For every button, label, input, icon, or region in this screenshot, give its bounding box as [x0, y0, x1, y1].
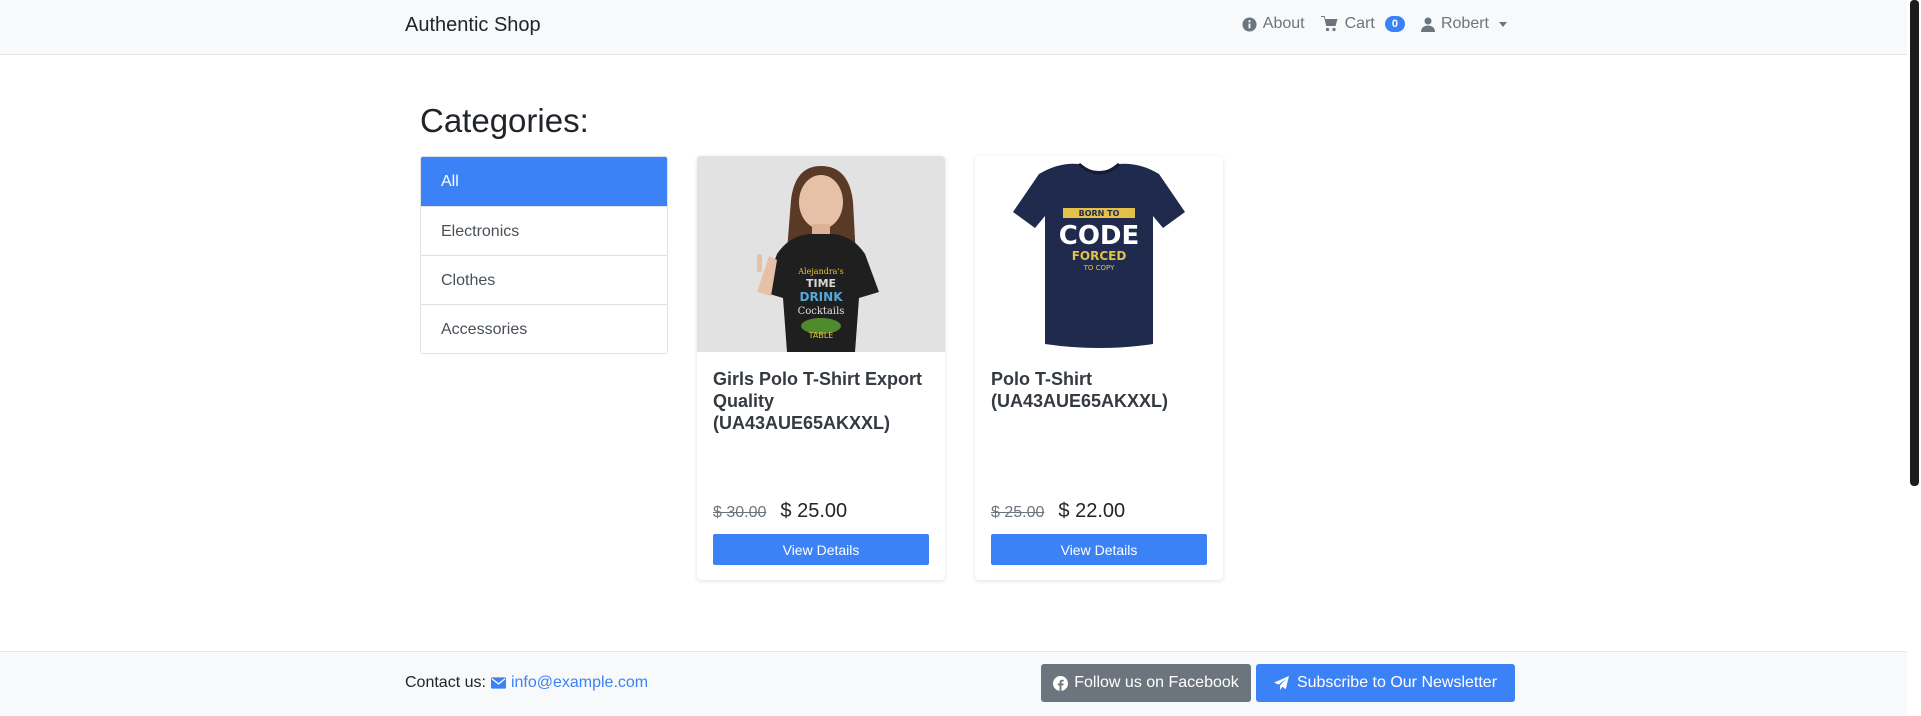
follow-facebook-button[interactable]: Follow us on Facebook [1041, 664, 1251, 702]
product-title[interactable]: Polo T-Shirt (UA43AUE65AKXXL) [991, 368, 1213, 412]
envelope-icon [490, 677, 506, 689]
subscribe-newsletter-label: Subscribe to Our Newsletter [1296, 674, 1498, 691]
page: Authentic Shop About Cart 0 Robert Categ… [0, 0, 1921, 716]
view-details-button[interactable]: View Details [713, 534, 929, 565]
shirt-print-text: DRINK [799, 290, 843, 304]
category-item-clothes[interactable]: Clothes [421, 255, 667, 304]
shirt-print-text: TIME [806, 277, 836, 290]
scrollbar[interactable] [1907, 0, 1921, 716]
view-details-button[interactable]: View Details [991, 534, 1207, 565]
facebook-icon [1053, 675, 1069, 691]
nav-cart-label: Cart [1344, 15, 1375, 32]
chevron-down-icon [1499, 21, 1507, 27]
price-row: $ 25.00 $ 22.00 [991, 500, 1125, 523]
product-card: BORN TO CODE FORCED TO COPY Polo T-Shirt… [975, 156, 1223, 580]
contact-label: Contact us: [405, 674, 486, 691]
brand-link[interactable]: Authentic Shop [405, 14, 541, 37]
old-price: $ 25.00 [991, 504, 1045, 521]
contact-info: Contact us: info@example.com [405, 674, 648, 692]
category-item-electronics[interactable]: Electronics [421, 206, 667, 255]
shirt-print-text: BORN TO [1079, 209, 1120, 218]
email-link[interactable]: info@example.com [490, 674, 649, 692]
product-image[interactable]: BORN TO CODE FORCED TO COPY [975, 156, 1223, 352]
user-icon [1420, 17, 1435, 32]
shopping-cart-icon [1320, 16, 1338, 32]
cart-count-badge: 0 [1384, 16, 1405, 32]
nav-about-label: About [1262, 15, 1305, 32]
nav-user-label: Robert [1440, 15, 1489, 32]
nav-right: About Cart 0 Robert [1242, 15, 1507, 33]
email-address: info@example.com [510, 674, 649, 691]
product-title[interactable]: Girls Polo T-Shirt Export Quality (UA43A… [713, 368, 935, 434]
current-price: $ 22.00 [1058, 500, 1126, 522]
page-title: Categories: [420, 102, 589, 139]
nav-about[interactable]: About [1242, 15, 1305, 33]
shirt-print-text: FORCED [1072, 249, 1127, 263]
paper-plane-icon [1273, 675, 1289, 690]
shirt-print-text: Alejandra's [797, 267, 844, 276]
shirt-print-text: Cocktails [798, 306, 845, 317]
old-price: $ 30.00 [713, 504, 767, 521]
navbar: Authentic Shop About Cart 0 Robert [0, 0, 1921, 55]
category-item-accessories[interactable]: Accessories [421, 304, 667, 353]
footer: Contact us: info@example.com Follow us o… [0, 651, 1921, 716]
current-price: $ 25.00 [780, 500, 848, 522]
category-list: All Electronics Clothes Accessories [420, 156, 668, 354]
category-item-all[interactable]: All [421, 157, 667, 206]
nav-user-dropdown[interactable]: Robert [1420, 15, 1507, 33]
product-image[interactable]: Alejandra's TIME DRINK Cocktails TABLE [697, 156, 945, 352]
nav-cart[interactable]: Cart 0 [1320, 15, 1405, 33]
shirt-print-text: TABLE [808, 331, 834, 340]
info-circle-icon [1242, 16, 1257, 32]
scrollbar-thumb[interactable] [1910, 0, 1919, 486]
subscribe-newsletter-button[interactable]: Subscribe to Our Newsletter [1256, 664, 1515, 702]
shirt-print-text: TO COPY [1083, 264, 1115, 272]
follow-facebook-label: Follow us on Facebook [1074, 674, 1239, 691]
price-row: $ 30.00 $ 25.00 [713, 500, 847, 523]
shirt-print-text: CODE [1059, 221, 1140, 251]
product-card: Alejandra's TIME DRINK Cocktails TABLE G… [697, 156, 945, 580]
